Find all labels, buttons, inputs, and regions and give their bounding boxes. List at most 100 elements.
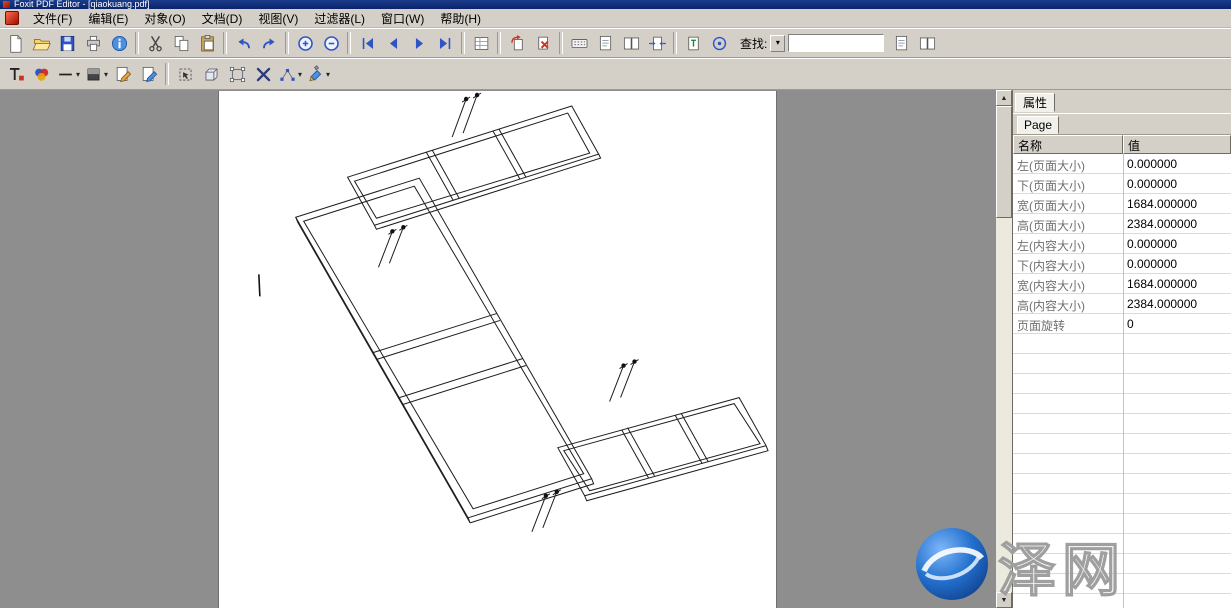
advanced-tools-button[interactable]: [250, 61, 276, 87]
menu-document[interactable]: 文档(D): [194, 8, 251, 29]
property-name: 下(内容大小): [1013, 254, 1123, 274]
toolbar-buttons-left: [2, 30, 732, 56]
undo-icon: [234, 34, 253, 53]
delete-page-button[interactable]: [530, 30, 556, 56]
property-row[interactable]: 下(内容大小)0.000000: [1013, 254, 1231, 274]
property-row[interactable]: 高(页面大小)2384.000000: [1013, 214, 1231, 234]
text-tool-button[interactable]: [2, 61, 28, 87]
print-icon: [84, 34, 103, 53]
resize-page-button[interactable]: [644, 30, 670, 56]
scroll-down-button[interactable]: ▼: [996, 592, 1012, 608]
previous-page-button[interactable]: [380, 30, 406, 56]
property-name: 左(内容大小): [1013, 234, 1123, 254]
line-style-button[interactable]: ▾: [54, 61, 82, 87]
tab-page[interactable]: Page: [1017, 116, 1059, 134]
menu-edit[interactable]: 编辑(E): [80, 8, 136, 29]
copy-button[interactable]: [168, 30, 194, 56]
find-input[interactable]: [788, 34, 884, 52]
cut-button[interactable]: [142, 30, 168, 56]
panel-tab-strip: 属性: [1013, 90, 1231, 113]
transform-object-button[interactable]: [198, 61, 224, 87]
edit-content-button[interactable]: [136, 61, 162, 87]
save-file-icon: [58, 34, 77, 53]
menu-file[interactable]: 文件(F): [25, 8, 80, 29]
dropdown-caret-icon: ▾: [298, 70, 302, 79]
column-header-value[interactable]: 值: [1123, 135, 1231, 154]
new-document-button[interactable]: [2, 30, 28, 56]
property-value: 1684.000000: [1123, 274, 1231, 294]
panel-subtab-strip: Page: [1013, 113, 1231, 135]
draw-tool-button[interactable]: ▾: [304, 61, 332, 87]
property-row[interactable]: 高(内容大小)2384.000000: [1013, 294, 1231, 314]
edit-nodes-button[interactable]: ▾: [276, 61, 304, 87]
next-page-button[interactable]: [406, 30, 432, 56]
property-name: 左(页面大小): [1013, 154, 1123, 174]
document-window-icon[interactable]: [5, 11, 19, 25]
color-picker-button[interactable]: [28, 61, 54, 87]
pdf-page[interactable]: [218, 91, 777, 608]
object-toolbar: ▾▾▾▾: [0, 58, 1231, 90]
find-previous-button[interactable]: [914, 30, 940, 56]
property-name: 宽(页面大小): [1013, 194, 1123, 214]
column-header-name[interactable]: 名称: [1013, 135, 1123, 154]
menu-view[interactable]: 视图(V): [250, 8, 306, 29]
undo-button[interactable]: [230, 30, 256, 56]
select-object-button[interactable]: [172, 61, 198, 87]
scroll-up-button[interactable]: ▲: [996, 90, 1012, 106]
last-page-button[interactable]: [432, 30, 458, 56]
text-attributes-button[interactable]: [680, 30, 706, 56]
prev-page-icon: [384, 34, 403, 53]
property-value: 0.000000: [1123, 234, 1231, 254]
first-page-button[interactable]: [354, 30, 380, 56]
menu-object[interactable]: 对象(O): [136, 8, 193, 29]
vertical-scrollbar[interactable]: ▲ ▼: [996, 90, 1012, 608]
rotate-page-icon: [508, 34, 527, 53]
zoom-in-button[interactable]: [292, 30, 318, 56]
edit-object-icon: [114, 65, 133, 84]
find-next-button[interactable]: [888, 30, 914, 56]
dropdown-caret-icon: ▾: [104, 70, 108, 79]
fill-style-icon: [84, 65, 103, 84]
property-value: 1684.000000: [1123, 194, 1231, 214]
property-row[interactable]: 左(内容大小)0.000000: [1013, 234, 1231, 254]
redo-icon: [260, 34, 279, 53]
edit-object-button[interactable]: [110, 61, 136, 87]
property-row[interactable]: 下(页面大小)0.000000: [1013, 174, 1231, 194]
menu-filter[interactable]: 过滤器(L): [306, 8, 373, 29]
redo-button[interactable]: [256, 30, 282, 56]
page-text-icon: [892, 34, 911, 53]
toolbar-separator: [497, 32, 501, 54]
facing-pages-button[interactable]: [618, 30, 644, 56]
color-picker-icon: [32, 65, 51, 84]
property-row[interactable]: 宽(页面大小)1684.000000: [1013, 194, 1231, 214]
extract-text-button[interactable]: [592, 30, 618, 56]
property-row[interactable]: 页面旋转0: [1013, 314, 1231, 334]
rotate-page-button[interactable]: [504, 30, 530, 56]
paste-button[interactable]: [194, 30, 220, 56]
scrollbar-thumb[interactable]: [996, 106, 1012, 218]
object-handles-button[interactable]: [224, 61, 250, 87]
find-group: 查找: ▾: [732, 34, 888, 52]
first-page-icon: [358, 34, 377, 53]
virtual-keyboard-button[interactable]: [566, 30, 592, 56]
open-file-button[interactable]: [28, 30, 54, 56]
page-t-icon: [684, 34, 703, 53]
main-area: ▲ ▼ 属性 Page 名称 值 左(页面大小)0.000000下(页面大小)0…: [0, 90, 1231, 608]
menu-help[interactable]: 帮助(H): [432, 8, 489, 29]
new-document-icon: [6, 34, 25, 53]
transform-handles-icon: [228, 65, 247, 84]
save-file-button[interactable]: [54, 30, 80, 56]
property-row[interactable]: 宽(内容大小)1684.000000: [1013, 274, 1231, 294]
page-properties-button[interactable]: [468, 30, 494, 56]
property-row[interactable]: 左(页面大小)0.000000: [1013, 154, 1231, 174]
tab-properties[interactable]: 属性: [1015, 93, 1055, 112]
zoom-out-button[interactable]: [318, 30, 344, 56]
document-info-button[interactable]: [106, 30, 132, 56]
select-target-button[interactable]: [706, 30, 732, 56]
print-button[interactable]: [80, 30, 106, 56]
fill-style-button[interactable]: ▾: [82, 61, 110, 87]
find-dropdown-button[interactable]: ▾: [770, 35, 785, 52]
column-divider[interactable]: [1123, 154, 1124, 608]
open-file-icon: [32, 34, 51, 53]
menu-window[interactable]: 窗口(W): [373, 8, 432, 29]
